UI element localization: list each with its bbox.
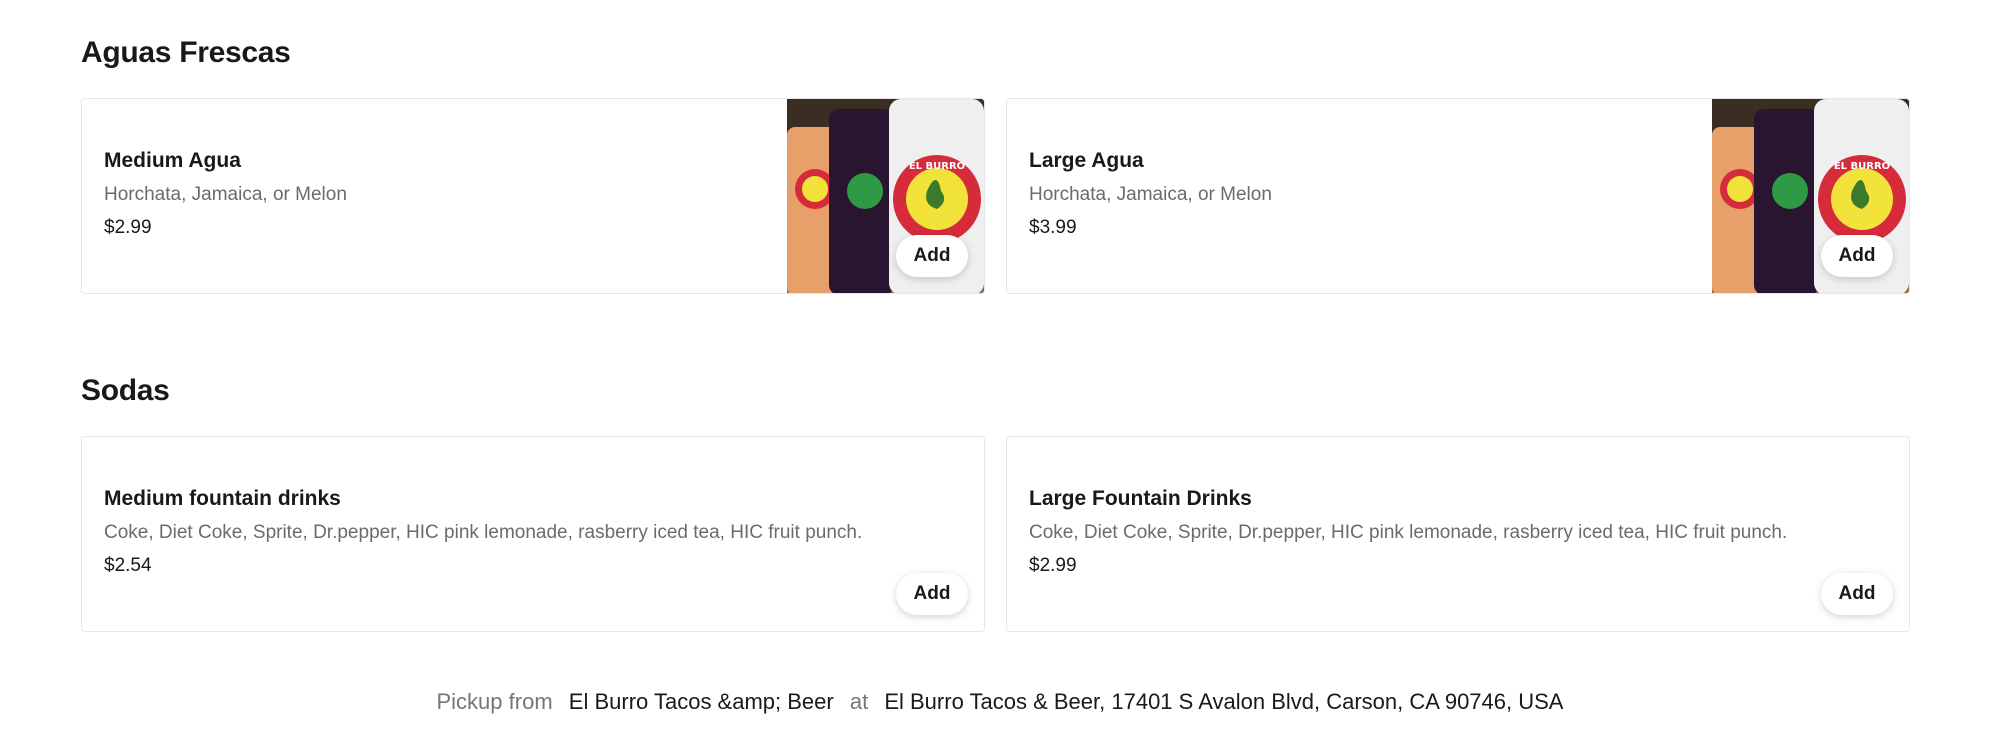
- menu-item-info: Large Fountain Drinks Coke, Diet Coke, S…: [1029, 485, 1787, 578]
- menu-item-info: Medium fountain drinks Coke, Diet Coke, …: [104, 485, 862, 578]
- menu-item-card-large-agua[interactable]: Large Agua Horchata, Jamaica, or Melon $…: [1006, 98, 1910, 294]
- add-button[interactable]: Add: [1821, 573, 1893, 615]
- product-image-text: EL BURRO: [909, 161, 965, 172]
- menu-item-description: Horchata, Jamaica, or Melon: [104, 184, 347, 205]
- at-label: at: [849, 689, 869, 714]
- restaurant-name: El Burro Tacos &amp; Beer: [568, 689, 834, 714]
- menu-item-name: Medium fountain drinks: [104, 487, 341, 510]
- menu-item-card-medium-fountain-drinks[interactable]: Medium fountain drinks Coke, Diet Coke, …: [81, 436, 985, 632]
- add-button[interactable]: Add: [1821, 235, 1893, 277]
- menu-item-name: Medium Agua: [104, 149, 241, 172]
- menu-item-price: $3.99: [1029, 217, 1077, 238]
- menu-item-description: Coke, Diet Coke, Sprite, Dr.pepper, HIC …: [1029, 522, 1788, 543]
- pickup-info: Pickup from El Burro Tacos &amp; Beer at…: [0, 689, 2000, 715]
- menu-item-description: Horchata, Jamaica, or Melon: [1029, 184, 1272, 205]
- menu-item-price: $2.99: [1029, 555, 1077, 576]
- menu-item-name: Large Fountain Drinks: [1029, 487, 1252, 510]
- menu-item-card-large-fountain-drinks[interactable]: Large Fountain Drinks Coke, Diet Coke, S…: [1006, 436, 1910, 632]
- section-title-aguas-frescas: Aguas Frescas: [81, 36, 291, 69]
- add-button[interactable]: Add: [896, 573, 968, 615]
- menu-item-description: Coke, Diet Coke, Sprite, Dr.pepper, HIC …: [104, 522, 863, 543]
- section-title-sodas: Sodas: [81, 374, 170, 407]
- menu-item-info: Large Agua Horchata, Jamaica, or Melon $…: [1029, 147, 1272, 240]
- menu-item-name: Large Agua: [1029, 149, 1144, 172]
- add-button[interactable]: Add: [896, 235, 968, 277]
- menu-item-card-medium-agua[interactable]: Medium Agua Horchata, Jamaica, or Melon …: [81, 98, 985, 294]
- menu-item-price: $2.99: [104, 217, 152, 238]
- menu-item-price: $2.54: [104, 555, 152, 576]
- pickup-label: Pickup from: [436, 689, 553, 714]
- product-image-text: EL BURRO: [1834, 161, 1890, 172]
- restaurant-address: El Burro Tacos & Beer, 17401 S Avalon Bl…: [884, 689, 1564, 714]
- menu-item-info: Medium Agua Horchata, Jamaica, or Melon …: [104, 147, 347, 240]
